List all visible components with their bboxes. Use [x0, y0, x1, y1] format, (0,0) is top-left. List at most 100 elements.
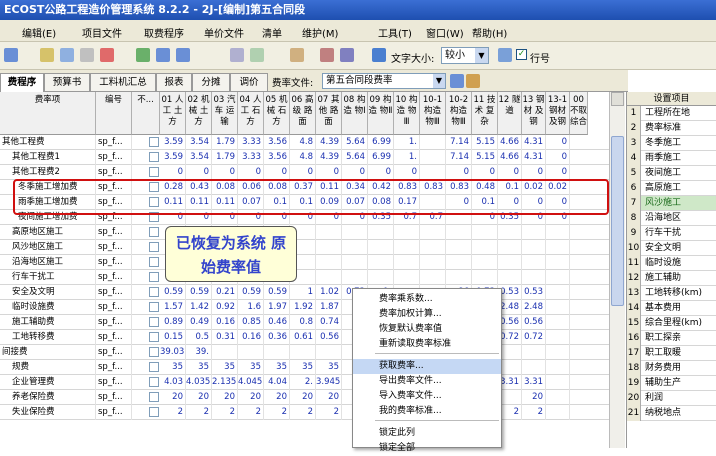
column-header[interactable]: 13-1 钢材 及钢 [546, 92, 570, 135]
rate-value[interactable]: 4.8 [290, 135, 316, 150]
context-menu-item[interactable]: 锁定全部 [353, 441, 501, 456]
rate-value[interactable]: 1.6 [238, 300, 264, 315]
settings-row[interactable]: 11 临时设施 [627, 256, 716, 271]
rate-value[interactable] [546, 315, 570, 330]
rate-value[interactable]: 0 [342, 165, 368, 180]
rate-value[interactable]: 3.59 [160, 135, 186, 150]
menu-edit[interactable]: 编辑(E) [22, 25, 56, 40]
rate-value[interactable]: 2 [290, 405, 316, 420]
font-size-select[interactable]: 较小 ▼ [441, 47, 489, 64]
exclude-checkbox[interactable] [149, 332, 159, 342]
rate-value[interactable]: 0.36 [264, 330, 290, 345]
paste-icon[interactable] [80, 48, 94, 62]
scroll-thumb[interactable] [611, 136, 624, 306]
rate-value[interactable] [522, 360, 546, 375]
rate-value[interactable]: 0.21 [212, 285, 238, 300]
rate-value[interactable]: 4.31 [522, 150, 546, 165]
rate-value[interactable]: 3.56 [264, 135, 290, 150]
rate-value[interactable]: 2.135 [212, 375, 238, 390]
rate-value[interactable]: 0 [446, 165, 472, 180]
tool-icon[interactable] [290, 48, 304, 62]
rate-value[interactable] [546, 345, 570, 360]
rate-value[interactable]: 0.61 [290, 330, 316, 345]
rate-value[interactable] [420, 165, 446, 180]
menu-bill[interactable]: 清单 [262, 25, 282, 40]
column-header[interactable]: 04 人工 石方 [238, 92, 264, 135]
table-row[interactable]: 安全及文明sp_f...0.590.590.210.590.5911.020.7… [0, 285, 609, 300]
exclude-checkbox[interactable] [149, 167, 159, 177]
rate-value[interactable]: 0 [212, 165, 238, 180]
tab-adjust[interactable]: 调价 [230, 73, 268, 91]
copy-icon[interactable] [60, 48, 74, 62]
rate-value[interactable] [472, 225, 498, 240]
rate-value[interactable] [420, 150, 446, 165]
exclude-checkbox[interactable] [149, 302, 159, 312]
rate-value[interactable]: 0.16 [212, 315, 238, 330]
settings-row[interactable]: 3 冬季施工 [627, 136, 716, 151]
rate-value[interactable]: 4.04 [264, 375, 290, 390]
rate-value[interactable]: 1. [394, 135, 420, 150]
exclude-checkbox[interactable] [149, 407, 159, 417]
settings-row[interactable]: 20 利润 [627, 391, 716, 406]
rate-value[interactable]: 0.59 [238, 285, 264, 300]
rate-value[interactable]: 3.945 [316, 375, 342, 390]
rate-value[interactable]: 3.33 [238, 135, 264, 150]
rate-value[interactable]: 0.56 [522, 315, 546, 330]
column-header[interactable]: 06 高级 路面 [290, 92, 316, 135]
rate-value[interactable] [472, 270, 498, 285]
rate-value[interactable]: 4.31 [522, 135, 546, 150]
menu-tools[interactable]: 工具(T) [378, 25, 412, 40]
rate-value[interactable]: 1.79 [212, 135, 238, 150]
settings-row[interactable]: 1 工程所在地 [627, 106, 716, 121]
exclude-checkbox[interactable] [149, 257, 159, 267]
rate-value[interactable] [316, 270, 342, 285]
rate-value[interactable] [212, 345, 238, 360]
rate-value[interactable]: 2 [522, 405, 546, 420]
rate-value[interactable]: 1.42 [186, 300, 212, 315]
rate-value[interactable]: 3.33 [238, 150, 264, 165]
rate-value[interactable]: 2 [160, 405, 186, 420]
rate-value[interactable]: 0.15 [160, 330, 186, 345]
rate-value[interactable] [394, 225, 420, 240]
rate-value[interactable]: 20 [212, 390, 238, 405]
rate-value[interactable]: 35 [186, 360, 212, 375]
rate-value[interactable]: 2. [290, 375, 316, 390]
rate-value[interactable]: 1.87 [316, 300, 342, 315]
rate-value[interactable]: 7.14 [446, 135, 472, 150]
rate-value[interactable]: 20 [186, 390, 212, 405]
rate-value[interactable] [522, 225, 546, 240]
exclude-checkbox[interactable] [149, 317, 159, 327]
rate-value[interactable]: 1. [394, 150, 420, 165]
rate-value[interactable] [498, 225, 522, 240]
column-header[interactable]: 05 机械 石方 [264, 92, 290, 135]
rate-value[interactable] [394, 255, 420, 270]
calc-icon[interactable] [230, 48, 244, 62]
rate-value[interactable]: 2 [238, 405, 264, 420]
rate-value[interactable]: 4.66 [498, 150, 522, 165]
context-menu-item[interactable]: 锁定此列 [353, 426, 501, 441]
rate-value[interactable] [420, 225, 446, 240]
menu-maintain[interactable]: 维护(M) [302, 25, 338, 40]
rate-value[interactable]: 0.85 [238, 315, 264, 330]
rate-value[interactable]: 0 [316, 165, 342, 180]
rate-value[interactable] [546, 405, 570, 420]
tab-fee-program[interactable]: 费程序 [0, 73, 44, 92]
settings-row[interactable]: 13 工地转移(km) [627, 286, 716, 301]
rate-value[interactable]: 0 [160, 165, 186, 180]
context-menu-item[interactable]: 我的费率标准... [353, 404, 501, 419]
rate-value[interactable]: 20 [160, 390, 186, 405]
rate-value[interactable]: 0.56 [316, 330, 342, 345]
grid-icon[interactable] [498, 48, 512, 62]
rate-value[interactable]: 0.59 [264, 285, 290, 300]
rate-value[interactable]: 20 [290, 390, 316, 405]
rate-file-select[interactable]: 第五合同段费率 ▼ [322, 73, 446, 89]
rate-value[interactable]: 1 [290, 285, 316, 300]
rate-value[interactable]: 0.53 [522, 285, 546, 300]
chevron-down-icon[interactable]: ▼ [433, 74, 445, 88]
table-row[interactable]: 高原地区施工 sp_f... [0, 225, 609, 240]
rate-value[interactable] [342, 255, 368, 270]
table-row[interactable]: 失业保险费sp_f...2222222222 [0, 405, 609, 420]
menu-project[interactable]: 项目文件 [82, 25, 122, 40]
exclude-checkbox[interactable] [149, 242, 159, 252]
rate-value[interactable]: 35 [160, 360, 186, 375]
